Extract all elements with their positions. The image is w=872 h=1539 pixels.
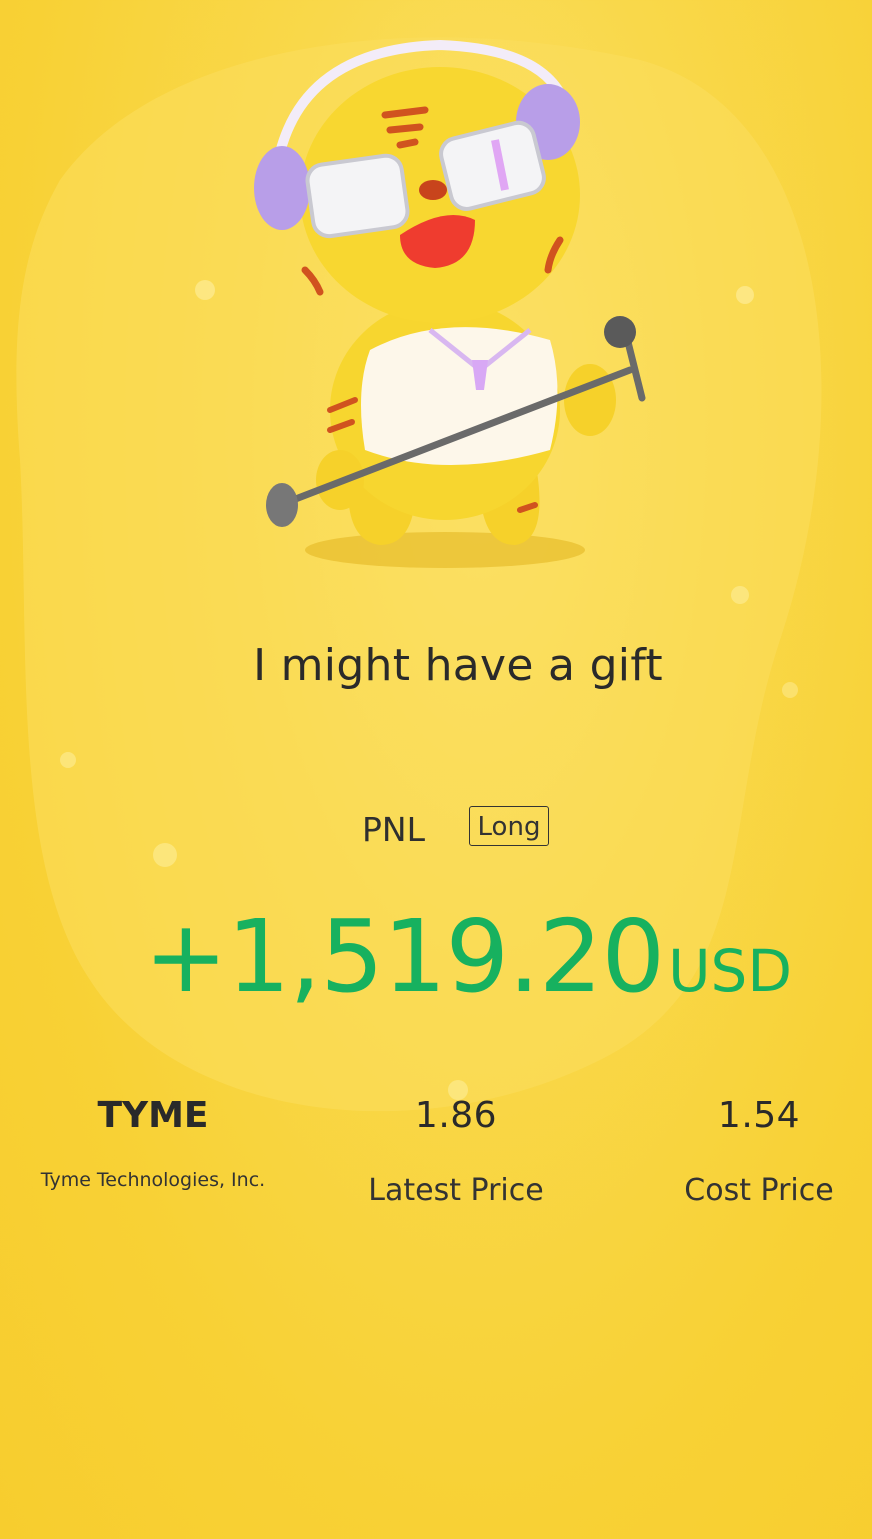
gift-headline: I might have a gift [253,640,663,691]
position-direction-badge: Long [469,806,549,846]
cost-price-stat: 1.54 Cost Price [664,1095,854,1208]
cost-price-value: 1.54 [717,1095,801,1136]
latest-price-value: 1.86 [414,1095,498,1136]
tiger-mascot-icon [254,39,646,568]
pnl-currency: USD [668,937,793,1005]
stock-info: TYME Tyme Technologies, Inc. [38,1095,268,1191]
gift-share-screen: { "headline": "I might have a gift", "pn… [0,0,872,1539]
pnl-amount: +1,519.20 [144,898,665,1015]
latest-price-label: Latest Price [368,1173,544,1208]
pnl-header: PNL Long [0,806,872,850]
cost-price-label: Cost Price [684,1173,834,1208]
latest-price-stat: 1.86 Latest Price [350,1095,562,1208]
stock-company-name: Tyme Technologies, Inc. [40,1169,266,1191]
pnl-value: +1,519.20USD [144,898,792,1018]
pnl-label: PNL [362,810,425,849]
stock-ticker: TYME [97,1095,209,1136]
